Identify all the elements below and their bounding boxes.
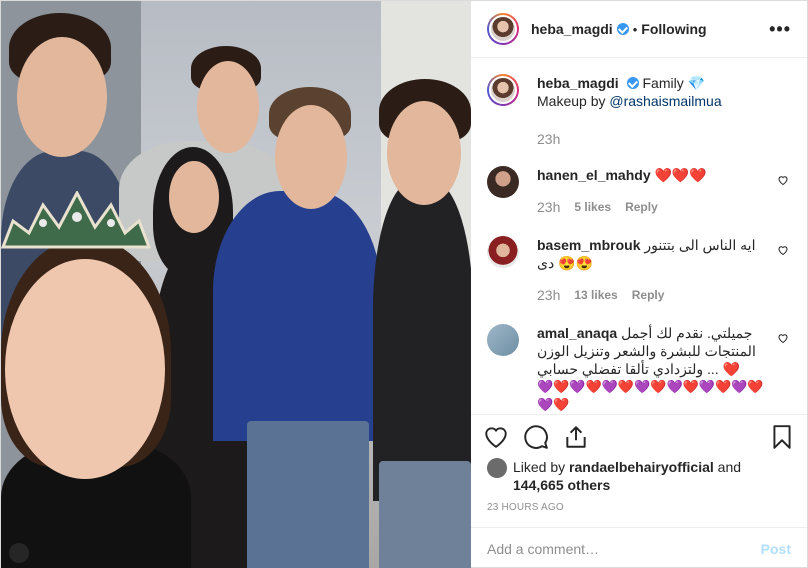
header-username[interactable]: heba_magdi [531, 21, 613, 37]
share-icon[interactable] [563, 424, 589, 450]
verified-badge-icon [616, 23, 629, 35]
comment-text: ❤️❤️❤️ [654, 167, 707, 183]
like-comment-icon[interactable] [777, 244, 789, 256]
add-comment-bar: Post [471, 527, 807, 568]
comment-hearts: 💜❤️💜❤️💜❤️💜❤️💜❤️💜❤️💜❤️💜❤️ [537, 379, 764, 412]
comment-item: basem_mbrouk ايه الناس الى بتتنور دى 😍😍 … [487, 236, 791, 304]
comment-item: hanen_el_mahdy ❤️❤️❤️ 23h 5 likes Reply [487, 166, 791, 216]
reply-button[interactable]: Reply [625, 198, 658, 216]
header-separator: • [632, 21, 638, 37]
comment-username[interactable]: basem_mbrouk [537, 237, 640, 253]
like-icon[interactable] [483, 424, 509, 450]
caption-line2: Makeup by [537, 93, 610, 109]
tagged-users-icon[interactable] [9, 543, 29, 563]
likes-suffix: and [713, 459, 742, 475]
like-comment-icon[interactable] [777, 332, 789, 344]
person-shape [373, 181, 471, 501]
avatar[interactable] [487, 166, 519, 198]
like-comment-icon[interactable] [777, 174, 789, 186]
person-shape [275, 105, 347, 209]
avatar[interactable] [487, 458, 507, 478]
comment-input[interactable] [487, 540, 761, 557]
person-shape [387, 101, 461, 205]
more-options-icon[interactable]: ••• [769, 19, 791, 40]
person-shape [213, 191, 381, 441]
person-shape [169, 161, 219, 233]
verified-badge-icon [626, 77, 639, 89]
post-actions [471, 414, 807, 458]
likes-prefix: Liked by [513, 459, 570, 475]
comment-item: amal_anaqa جميلتي. نقدم لك أجمل المنتجات… [487, 324, 791, 414]
avatar[interactable] [487, 324, 519, 356]
comment-username[interactable]: amal_anaqa [537, 325, 617, 341]
likes-count[interactable]: 144,665 others [513, 477, 610, 493]
caption-text: Family [642, 75, 684, 91]
post-button[interactable]: Post [761, 541, 791, 557]
person-shape [197, 61, 259, 153]
comment-likes[interactable]: 13 likes [574, 286, 617, 304]
diamond-emoji: 💎 [687, 75, 706, 91]
liked-by-user[interactable]: randaelbehairyofficial [569, 459, 714, 475]
likes-summary: Liked by randaelbehairyofficial and 144,… [471, 458, 807, 494]
mention-link[interactable]: @rashaismailmua [609, 93, 721, 109]
person-shape [247, 421, 369, 568]
person-shape [5, 259, 165, 479]
bookmark-icon[interactable] [769, 424, 795, 450]
following-button[interactable]: Following [641, 21, 706, 37]
post-header: heba_magdi • Following ••• [471, 1, 807, 58]
comment-username[interactable]: hanen_el_mahdy [537, 167, 651, 183]
avatar[interactable] [487, 74, 519, 106]
caption: heba_magdi Family 💎 Makeup by @rashaisma… [487, 74, 791, 148]
caption-username[interactable]: heba_magdi [537, 75, 619, 91]
caption-time[interactable]: 23h [537, 130, 560, 148]
crown-shape [1, 191, 151, 249]
comment-time[interactable]: 23h [537, 286, 560, 304]
comments-list[interactable]: heba_magdi Family 💎 Makeup by @rashaisma… [471, 58, 807, 414]
person-shape [379, 461, 471, 568]
comment-icon[interactable] [523, 424, 549, 450]
comment-time[interactable]: 23h [537, 198, 560, 216]
comment-likes[interactable]: 5 likes [574, 198, 611, 216]
post-container: heba_magdi • Following ••• heba_magdi Fa… [0, 0, 808, 568]
reply-button[interactable]: Reply [632, 286, 665, 304]
avatar[interactable] [487, 236, 519, 268]
post-time[interactable]: 23 HOURS AGO [471, 494, 807, 513]
avatar[interactable] [487, 13, 519, 45]
post-photo[interactable] [1, 1, 471, 568]
post-sidebar: heba_magdi • Following ••• heba_magdi Fa… [471, 1, 807, 568]
person-shape [17, 37, 107, 157]
